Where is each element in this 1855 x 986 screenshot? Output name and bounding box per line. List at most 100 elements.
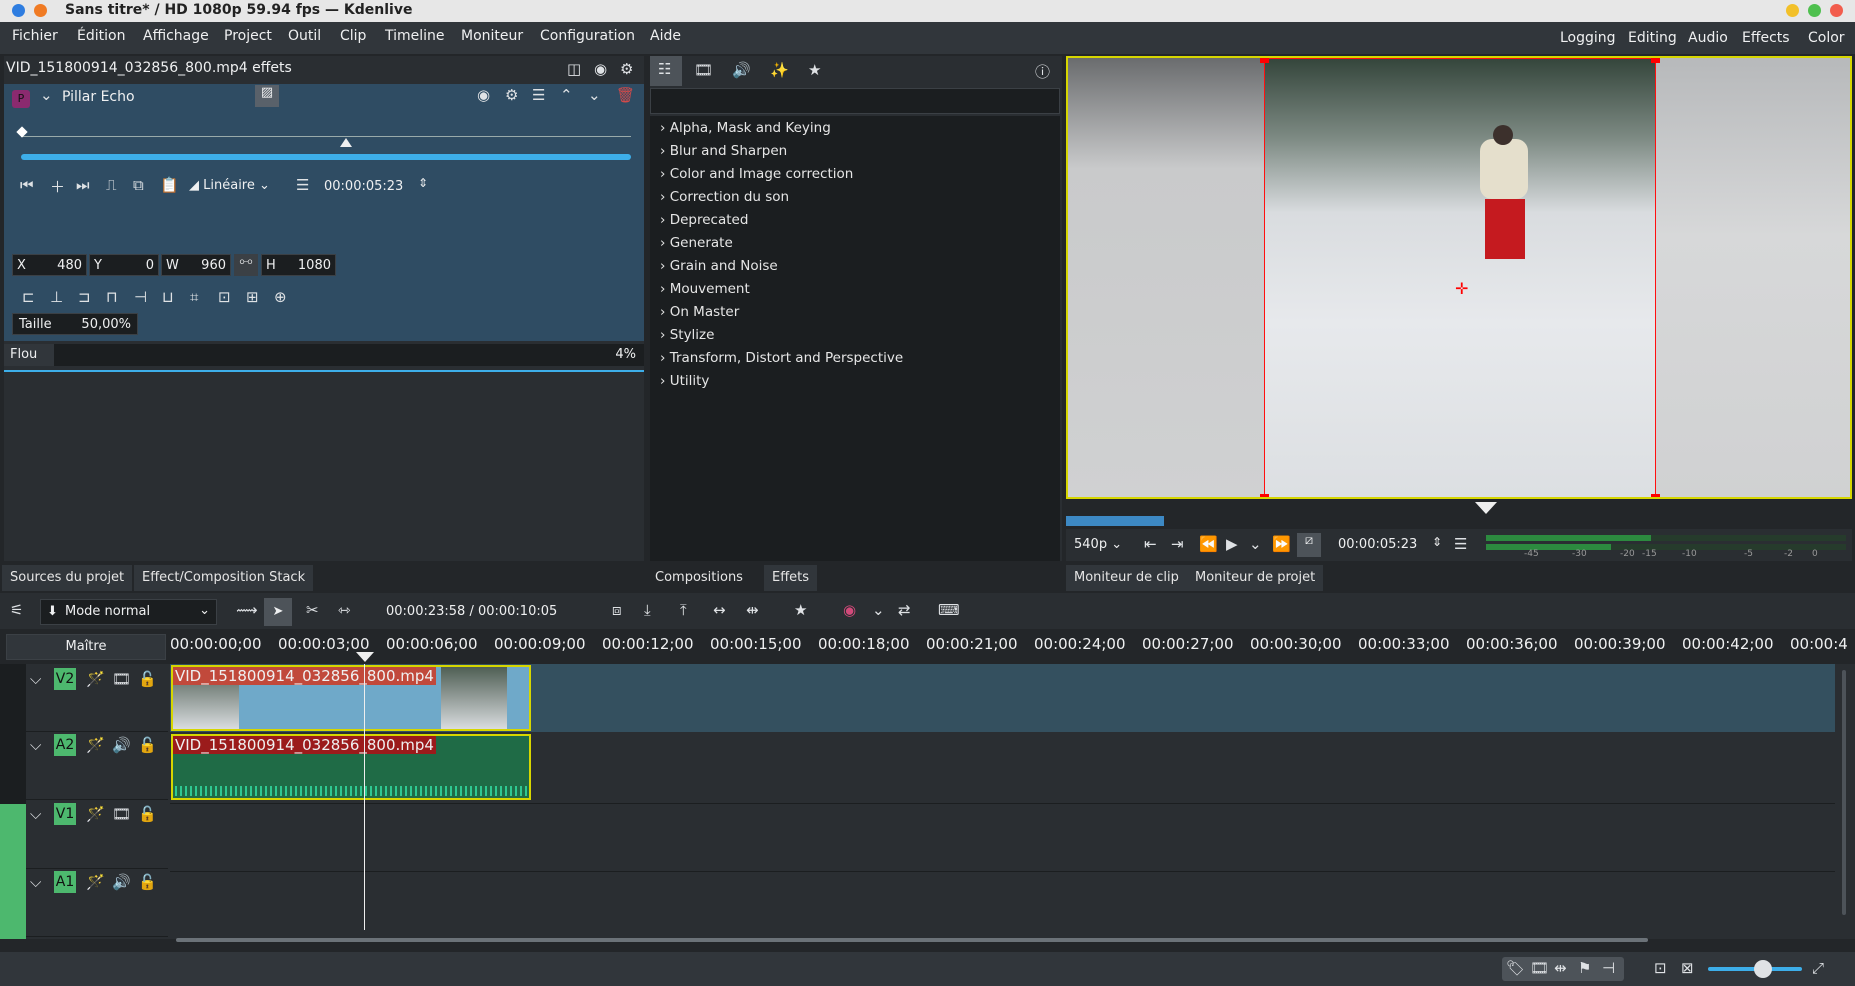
zoom-fit-timeline-icon[interactable]: ⊡ — [1654, 959, 1667, 977]
monitor-ruler[interactable] — [1066, 502, 1852, 528]
interpolation-select[interactable]: ◢ Linéaire ⌄ — [189, 178, 270, 193]
track-name-a2[interactable]: A2 — [54, 734, 76, 756]
window-dot-orange[interactable] — [34, 4, 47, 17]
timeline-playhead[interactable] — [356, 652, 374, 662]
move-up-icon[interactable]: ⌃ — [560, 86, 573, 104]
lock-icon[interactable]: 🔓 — [138, 670, 157, 688]
category-audio-correction[interactable]: › Correction du son — [660, 189, 789, 205]
timecode-stepper-icon[interactable]: ⇕ — [418, 176, 428, 190]
stamp-icon[interactable]: ⎍ — [106, 176, 117, 194]
x-field[interactable]: X 480 — [12, 254, 87, 276]
keyframe-progress-bar[interactable] — [21, 154, 631, 160]
menu-icon[interactable]: ☰ — [532, 86, 545, 104]
set-zone-in-icon[interactable]: ⇤ — [1144, 535, 1157, 553]
tab-project-monitor[interactable]: Moniteur de projet — [1187, 565, 1324, 591]
collapse-chevron-icon[interactable]: ⌵ — [30, 805, 41, 823]
monitor-timecode-stepper-icon[interactable]: ⇕ — [1432, 535, 1442, 549]
workspace-audio[interactable]: Audio — [1688, 30, 1728, 46]
menu-fichier[interactable]: Fichier — [12, 28, 58, 44]
workspace-effects[interactable]: Effects — [1742, 30, 1790, 46]
align-hcenter-icon[interactable]: ⊥ — [50, 288, 63, 306]
tab-effects[interactable]: Effets — [764, 565, 818, 591]
effect-settings-icon[interactable]: ⚙ — [505, 86, 518, 104]
previous-keyframe-icon[interactable]: ⏮ — [20, 176, 34, 194]
copy-icon[interactable]: ⧉ — [133, 176, 144, 194]
category-on-master[interactable]: › On Master — [660, 304, 739, 320]
track-name-v1[interactable]: V1 — [54, 803, 76, 825]
menu-project[interactable]: Project — [224, 28, 272, 44]
marker-flag-icon[interactable]: ⚑ — [1578, 959, 1591, 977]
category-stylize[interactable]: › Stylize — [660, 327, 714, 343]
align-top-icon[interactable]: ⊓ — [106, 288, 118, 306]
keyframe-ruler[interactable] — [21, 136, 631, 137]
resolution-select[interactable]: 540p ⌄ — [1074, 537, 1122, 552]
extract-icon[interactable]: ⇹ — [746, 601, 759, 619]
monitor-view[interactable]: ✛ — [1066, 56, 1852, 499]
timeline-settings-icon[interactable]: ⚟ — [10, 601, 23, 619]
timeline-ruler[interactable]: 00:00:00;00 00:00:03;00 00:00:06;00 00:0… — [170, 632, 1855, 662]
zoom-in-icon[interactable]: ⤢ — [1812, 959, 1824, 977]
active-track-indicator[interactable] — [0, 804, 26, 939]
keyboard-icon[interactable]: ⌨ — [938, 601, 960, 619]
record-menu-chevron-icon[interactable]: ⌄ — [872, 601, 885, 619]
vertical-scrollbar[interactable] — [1842, 670, 1846, 915]
hide-track-icon[interactable]: 🎞 — [112, 805, 131, 823]
menu-aide[interactable]: Aide — [650, 28, 681, 44]
track-name-a1[interactable]: A1 — [54, 871, 76, 893]
custom-effects-icon[interactable]: ✨ — [770, 61, 789, 79]
align-bottom-icon[interactable]: ⊔ — [162, 288, 174, 306]
effects-wand-icon[interactable]: 🪄 — [86, 670, 105, 688]
maximize-button[interactable] — [1808, 4, 1821, 17]
keyframe-timecode[interactable]: 00:00:05:23 — [324, 179, 403, 194]
collapse-chevron-icon[interactable]: ⌵ — [30, 873, 41, 891]
blur-slider[interactable]: Flou 4% — [4, 344, 644, 366]
menu-icon[interactable]: ☰ — [296, 176, 309, 194]
category-blur[interactable]: › Blur and Sharpen — [660, 143, 787, 159]
workspace-logging[interactable]: Logging — [1560, 30, 1616, 46]
tab-clip-monitor[interactable]: Moniteur de clip — [1066, 565, 1187, 591]
center-crosshair-icon[interactable]: ✛ — [1455, 279, 1468, 298]
forward-icon[interactable]: ⏩ — [1272, 535, 1291, 553]
effects-wand-icon[interactable]: 🪄 — [86, 736, 105, 754]
category-color[interactable]: › Color and Image correction — [660, 166, 853, 182]
set-zone-out-icon[interactable]: ⇥ — [1171, 535, 1184, 553]
record-icon[interactable]: ◉ — [843, 601, 856, 619]
lock-icon[interactable]: 🔓 — [138, 805, 157, 823]
multi-view-icon[interactable]: ⧈ — [612, 601, 622, 619]
slip-tool-icon[interactable]: ⇿ — [338, 601, 351, 619]
master-button[interactable]: Maître — [6, 634, 166, 660]
h-field[interactable]: H 1080 — [261, 254, 336, 276]
center-icon[interactable]: ⊕ — [274, 288, 287, 306]
menu-timeline[interactable]: Timeline — [385, 28, 445, 44]
hide-track-icon[interactable]: 🎞 — [112, 670, 131, 688]
favorite-effects-icon[interactable]: ★ — [794, 601, 807, 619]
resize-handle-bl[interactable] — [1260, 494, 1269, 497]
resize-handle-tl[interactable] — [1260, 58, 1269, 63]
edit-mode-icon[interactable]: ⧄ — [1297, 533, 1321, 557]
resize-handle-br[interactable] — [1651, 494, 1660, 497]
tab-compositions[interactable]: Compositions — [647, 565, 751, 591]
effects-search-input[interactable] — [650, 88, 1060, 114]
lock-icon[interactable]: 🔓 — [138, 873, 157, 891]
play-menu-chevron-icon[interactable]: ⌄ — [1249, 535, 1262, 553]
thumbnail-icon[interactable]: 🎞 — [1530, 959, 1549, 977]
track-name-v2[interactable]: V2 — [54, 668, 76, 690]
menu-outil[interactable]: Outil — [288, 28, 321, 44]
category-generate[interactable]: › Generate — [660, 235, 733, 251]
monitor-menu-icon[interactable]: ☰ — [1454, 535, 1467, 553]
lock-icon[interactable]: 🔓 — [138, 736, 157, 754]
list-view-icon[interactable]: ☷ — [650, 56, 682, 86]
insert-icon[interactable]: ⤓ — [644, 601, 651, 619]
mute-track-icon[interactable]: 🔊 — [112, 736, 131, 754]
clip-v2[interactable]: VID_151800914_032856_800.mp4 — [171, 665, 531, 731]
window-menu-dot[interactable] — [12, 4, 25, 17]
rewind-icon[interactable]: ⏪ — [1199, 535, 1218, 553]
clip-a2[interactable]: VID_151800914_032856_800.mp4 — [171, 734, 531, 800]
razor-tool-icon[interactable]: ✂ — [306, 601, 319, 619]
settings-icon[interactable]: ⚙ — [620, 60, 633, 78]
link-aspect-icon[interactable]: ⧟ — [234, 254, 258, 276]
w-field[interactable]: W 960 — [161, 254, 231, 276]
menu-edition[interactable]: Édition — [77, 28, 125, 44]
workspace-editing[interactable]: Editing — [1628, 30, 1677, 46]
collapse-chevron-icon[interactable]: ⌄ — [40, 86, 53, 104]
